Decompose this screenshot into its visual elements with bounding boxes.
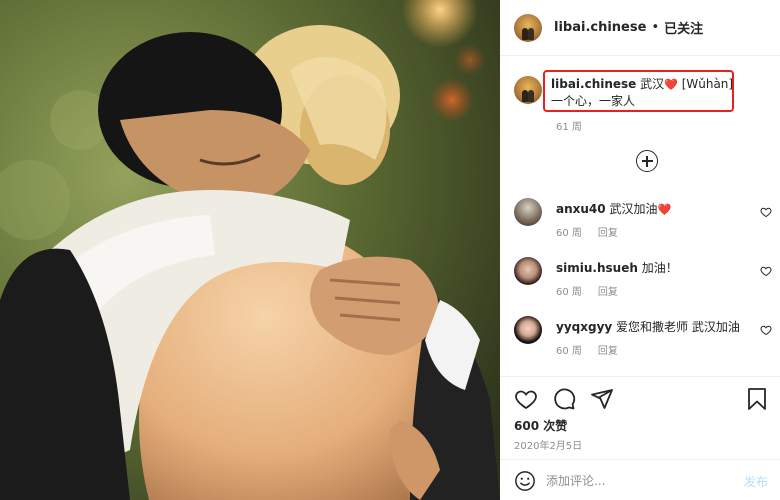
- comment-timestamp: 60 周: [556, 287, 582, 298]
- reply-link[interactable]: 回复: [598, 228, 618, 239]
- header-separator: •: [651, 20, 660, 35]
- post-comment-button[interactable]: 发布: [744, 473, 768, 490]
- comment-body: yyqxgyy 爱您和撒老师 武汉加油: [556, 318, 740, 335]
- commenter-username[interactable]: yyqxgyy: [556, 320, 612, 334]
- emoji-icon[interactable]: [514, 470, 536, 492]
- commenter-avatar[interactable]: [514, 316, 542, 344]
- bookmark-icon: [748, 388, 766, 410]
- avatar-figure: [528, 27, 534, 40]
- caption-second-line: 一个心，一家人: [551, 94, 636, 108]
- comment-body: anxu40 武汉加油❤️: [556, 200, 671, 217]
- follow-status-button[interactable]: 已关注: [664, 18, 703, 37]
- heart-outline-icon[interactable]: [760, 324, 772, 336]
- comment-item: simiu.hsueh 加油！ 60 周 回复: [514, 257, 776, 309]
- comment-meta: 60 周 回复: [556, 224, 618, 239]
- comment-text: 爱您和撒老师 武汉加油: [616, 320, 740, 334]
- add-comment-bar: 发布: [500, 459, 780, 500]
- comment-item: anxu40 武汉加油❤️ 60 周 回复: [514, 198, 776, 250]
- post-actions-section: 600 次赞 2020年2月5日 发布: [500, 376, 780, 500]
- heart-outline-icon[interactable]: [514, 387, 538, 411]
- save-button[interactable]: [746, 387, 768, 411]
- post-header: libai.chinese • 已关注: [500, 0, 780, 56]
- caption-pinyin: [Wǔhàn]: [677, 77, 734, 91]
- post-caption: libai.chinese 武汉❤️ [Wǔhàn] 一个心，一家人 61 周: [514, 70, 774, 140]
- comment-text: 加油！: [641, 261, 678, 275]
- load-more-comments-button[interactable]: [636, 150, 658, 172]
- embracing-couple-image: [0, 0, 500, 500]
- red-heart-emoji: ❤️: [664, 78, 678, 91]
- comment-text: 武汉加油: [609, 202, 658, 216]
- author-username[interactable]: libai.chinese: [554, 20, 646, 35]
- caption-highlight-box: libai.chinese 武汉❤️ [Wǔhàn] 一个心，一家人: [543, 70, 734, 112]
- likes-count[interactable]: 600 次赞: [514, 417, 567, 434]
- add-comment-input[interactable]: [546, 470, 726, 492]
- post-date: 2020年2月5日: [514, 441, 583, 452]
- paper-plane-icon[interactable]: [590, 387, 614, 411]
- commenter-username[interactable]: anxu40: [556, 202, 606, 216]
- post-photo: [0, 0, 500, 500]
- comment-meta: 60 周 回复: [556, 342, 618, 357]
- commenter-username[interactable]: simiu.hsueh: [556, 261, 638, 275]
- comment-item: yyqxgyy 爱您和撒老师 武汉加油 60 周 回复: [514, 316, 776, 368]
- reply-link[interactable]: 回复: [598, 346, 618, 357]
- commenter-avatar[interactable]: [514, 257, 542, 285]
- red-heart-emoji: ❤️: [657, 203, 672, 216]
- comment-bubble-icon[interactable]: [552, 387, 576, 411]
- caption-first-line: libai.chinese 武汉❤️ [Wǔhàn]: [551, 76, 733, 93]
- comment-body: simiu.hsueh 加油！: [556, 259, 678, 276]
- author-avatar[interactable]: [514, 13, 542, 42]
- heart-outline-icon[interactable]: [760, 206, 772, 218]
- post-detail-panel: libai.chinese • 已关注 libai.chinese 武汉❤️ […: [500, 0, 780, 500]
- caption-author-avatar[interactable]: [514, 76, 542, 104]
- comment-timestamp: 60 周: [556, 346, 582, 357]
- avatar-figure: [528, 90, 534, 102]
- commenter-avatar[interactable]: [514, 198, 542, 226]
- comment-meta: 60 周 回复: [556, 283, 618, 298]
- comment-timestamp: 60 周: [556, 228, 582, 239]
- heart-outline-icon[interactable]: [760, 265, 772, 277]
- action-icons-row: [514, 387, 614, 411]
- reply-link[interactable]: 回复: [598, 287, 618, 298]
- caption-text-wuhan: 武汉: [640, 77, 665, 91]
- caption-username[interactable]: libai.chinese: [551, 77, 636, 91]
- caption-timestamp: 61 周: [556, 122, 582, 133]
